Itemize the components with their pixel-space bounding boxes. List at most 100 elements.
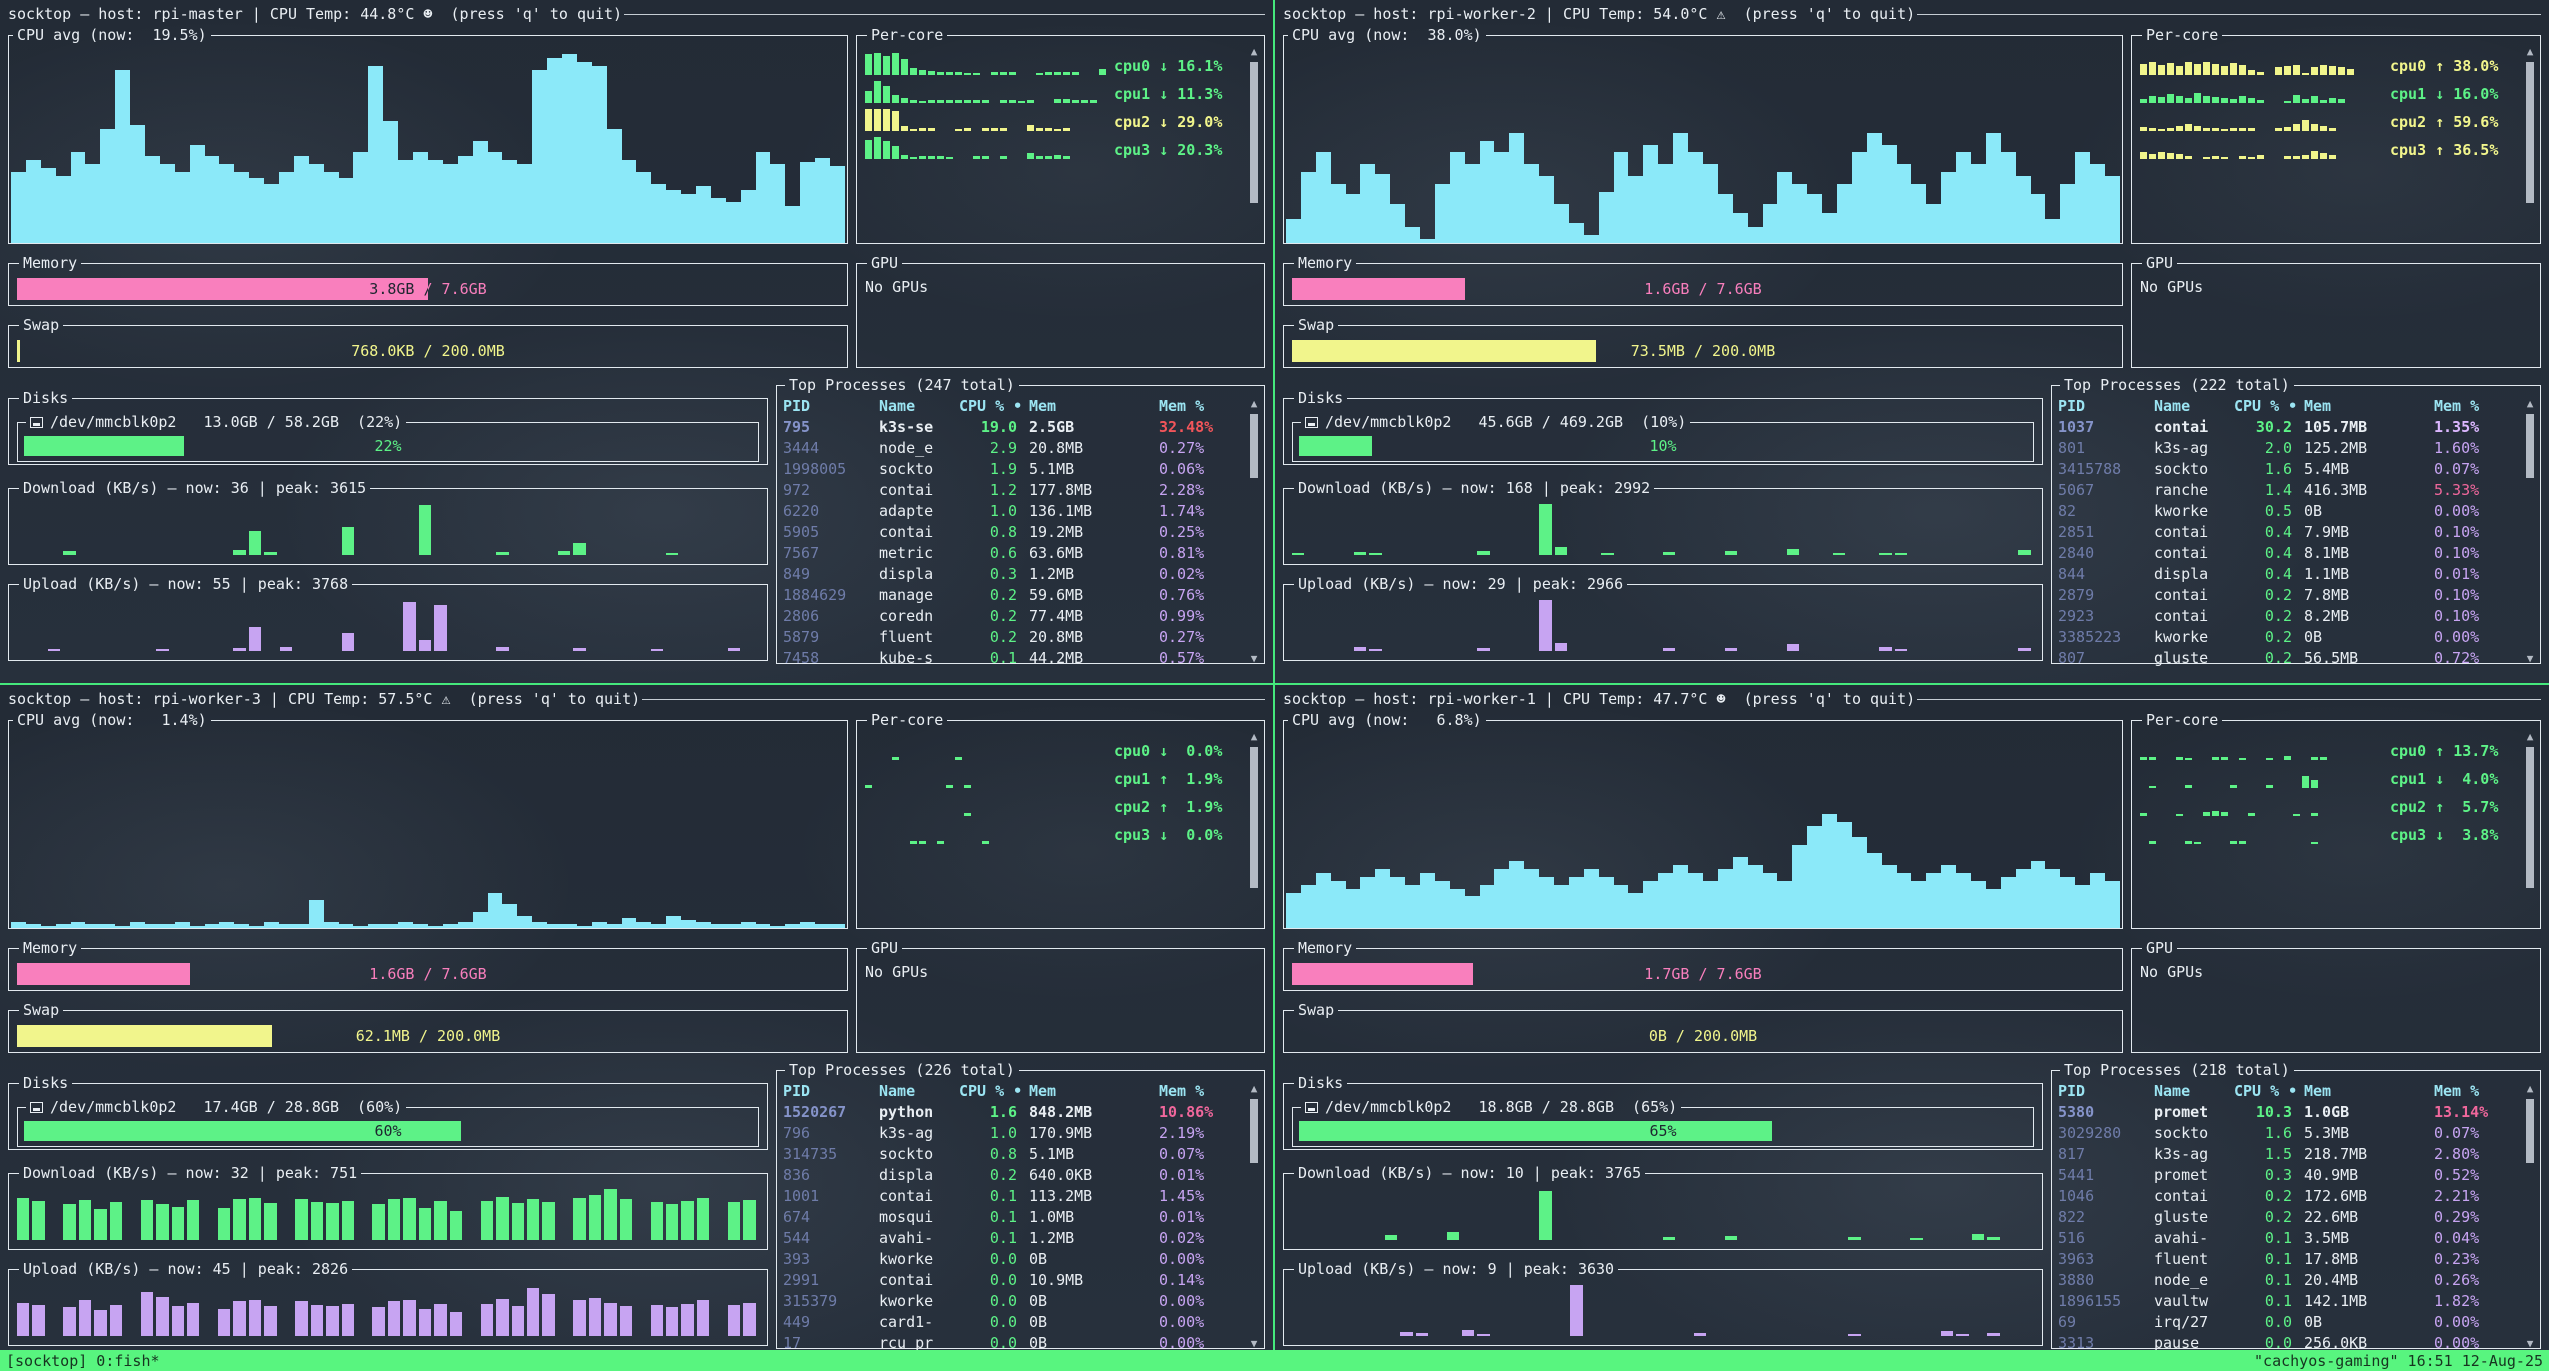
process-row[interactable]: 796k3s-ag1.0170.9MB2.19% xyxy=(783,1123,1244,1144)
process-row[interactable]: 1896155vaultw0.1142.1MB1.82% xyxy=(2058,1291,2520,1312)
scrollbar-thumb[interactable] xyxy=(1250,747,1258,888)
process-row[interactable]: 1520267python1.6848.2MB10.86% xyxy=(783,1102,1244,1123)
socktop-pane[interactable]: socktop — host: rpi-worker-1 | CPU Temp:… xyxy=(1275,685,2549,1350)
scroll-down-icon[interactable]: ▼ xyxy=(1251,653,1258,665)
process-row[interactable]: 807gluste0.256.5MB0.72% xyxy=(2058,648,2520,669)
col-mem[interactable]: Mem xyxy=(1025,1081,1155,1102)
col-cpu[interactable]: CPU % • xyxy=(959,396,1025,417)
scroll-down-icon[interactable]: ▼ xyxy=(1251,1338,1258,1350)
col-name[interactable]: Name xyxy=(879,1081,959,1102)
scroll-up-icon[interactable]: ▲ xyxy=(1251,46,1258,58)
scroll-down-icon[interactable]: ▼ xyxy=(2527,653,2534,665)
process-row[interactable]: 5905contai0.819.2MB0.25% xyxy=(783,522,1244,543)
col-mempct[interactable]: Mem % xyxy=(1155,396,1244,417)
process-row[interactable]: 674mosqui0.11.0MB0.01% xyxy=(783,1207,1244,1228)
per-core-scrollbar[interactable]: ▲ xyxy=(2524,46,2536,239)
process-row[interactable]: 6220adapte1.0136.1MB1.74% xyxy=(783,501,1244,522)
col-pid[interactable]: PID xyxy=(2058,1081,2154,1102)
process-row[interactable]: 822gluste0.222.6MB0.29% xyxy=(2058,1207,2520,1228)
scrollbar-thumb[interactable] xyxy=(1250,62,1258,203)
process-scrollbar[interactable]: ▲ ▼ xyxy=(1248,398,1260,665)
process-row[interactable]: 5067ranche1.4416.3MB5.33% xyxy=(2058,480,2520,501)
process-row[interactable]: 2806coredn0.277.4MB0.99% xyxy=(783,606,1244,627)
scrollbar-thumb[interactable] xyxy=(2526,62,2534,203)
process-row[interactable]: 3880node_e0.120.4MB0.26% xyxy=(2058,1270,2520,1291)
col-pid[interactable]: PID xyxy=(2058,396,2154,417)
process-row[interactable]: 2879contai0.27.8MB0.10% xyxy=(2058,585,2520,606)
process-row[interactable]: 1001contai0.1113.2MB1.45% xyxy=(783,1186,1244,1207)
process-row[interactable]: 2923contai0.28.2MB0.10% xyxy=(2058,606,2520,627)
process-row[interactable]: 544avahi-0.11.2MB0.02% xyxy=(783,1228,1244,1249)
process-row[interactable]: 3963fluent0.117.8MB0.23% xyxy=(2058,1249,2520,1270)
process-row[interactable]: 7567metric0.663.6MB0.81% xyxy=(783,543,1244,564)
per-core-scrollbar[interactable]: ▲ xyxy=(2524,731,2536,924)
process-row[interactable]: 2991contai0.010.9MB0.14% xyxy=(783,1270,1244,1291)
col-cpu[interactable]: CPU % • xyxy=(2234,1081,2300,1102)
process-scrollbar[interactable]: ▲ ▼ xyxy=(1248,1083,1260,1350)
process-row[interactable]: 449card1-0.00B0.00% xyxy=(783,1312,1244,1333)
process-row[interactable]: 3029280sockto1.65.3MB0.07% xyxy=(2058,1123,2520,1144)
process-row[interactable]: 3415788sockto1.65.4MB0.07% xyxy=(2058,459,2520,480)
process-row[interactable]: 5879fluent0.220.8MB0.27% xyxy=(783,627,1244,648)
process-table-header[interactable]: PID Name CPU % • Mem Mem % xyxy=(783,1081,1244,1102)
col-mempct[interactable]: Mem % xyxy=(2430,1081,2520,1102)
process-row[interactable]: 2840contai0.48.1MB0.10% xyxy=(2058,543,2520,564)
process-row[interactable]: 1884629manage0.259.6MB0.76% xyxy=(783,585,1244,606)
process-row[interactable]: 801k3s-ag2.0125.2MB1.60% xyxy=(2058,438,2520,459)
col-mempct[interactable]: Mem % xyxy=(1155,1081,1244,1102)
process-scrollbar[interactable]: ▲ ▼ xyxy=(2524,1083,2536,1350)
process-row[interactable]: 82kworke0.50B0.00% xyxy=(2058,501,2520,522)
scroll-up-icon[interactable]: ▲ xyxy=(2527,1083,2534,1095)
scrollbar-thumb[interactable] xyxy=(2526,747,2534,888)
process-row[interactable]: 516avahi-0.13.5MB0.04% xyxy=(2058,1228,2520,1249)
process-row[interactable]: 5380promet10.31.0GB13.14% xyxy=(2058,1102,2520,1123)
scroll-up-icon[interactable]: ▲ xyxy=(1251,731,1258,743)
socktop-pane[interactable]: socktop — host: rpi-worker-3 | CPU Temp:… xyxy=(0,685,1273,1350)
process-row[interactable]: 1046contai0.2172.6MB2.21% xyxy=(2058,1186,2520,1207)
socktop-pane[interactable]: socktop — host: rpi-worker-2 | CPU Temp:… xyxy=(1275,0,2549,683)
scrollbar-thumb[interactable] xyxy=(2526,414,2534,478)
process-row[interactable]: 315379kworke0.00B0.00% xyxy=(783,1291,1244,1312)
process-row[interactable]: 17rcu_pr0.00B0.00% xyxy=(783,1333,1244,1350)
col-name[interactable]: Name xyxy=(2154,396,2234,417)
process-table-header[interactable]: PID Name CPU % • Mem Mem % xyxy=(2058,396,2520,417)
col-name[interactable]: Name xyxy=(879,396,959,417)
col-mempct[interactable]: Mem % xyxy=(2430,396,2520,417)
per-core-scrollbar[interactable]: ▲ xyxy=(1248,731,1260,924)
process-row[interactable]: 972contai1.2177.8MB2.28% xyxy=(783,480,1244,501)
col-cpu[interactable]: CPU % • xyxy=(959,1081,1025,1102)
col-mem[interactable]: Mem xyxy=(2300,396,2430,417)
scroll-up-icon[interactable]: ▲ xyxy=(2527,398,2534,410)
col-name[interactable]: Name xyxy=(2154,1081,2234,1102)
process-row[interactable]: 844displa0.41.1MB0.01% xyxy=(2058,564,2520,585)
scroll-up-icon[interactable]: ▲ xyxy=(1251,1083,1258,1095)
scroll-up-icon[interactable]: ▲ xyxy=(2527,46,2534,58)
process-row[interactable]: 1998005sockto1.95.1MB0.06% xyxy=(783,459,1244,480)
process-row[interactable]: 69irq/270.00B0.00% xyxy=(2058,1312,2520,1333)
process-row[interactable]: 817k3s-ag1.5218.7MB2.80% xyxy=(2058,1144,2520,1165)
process-row[interactable]: 3385223kworke0.20B0.00% xyxy=(2058,627,2520,648)
scroll-down-icon[interactable]: ▼ xyxy=(2527,1338,2534,1350)
process-row[interactable]: 393kworke0.00B0.00% xyxy=(783,1249,1244,1270)
process-row[interactable]: 1037contai30.2105.7MB1.35% xyxy=(2058,417,2520,438)
process-row[interactable]: 2851contai0.47.9MB0.10% xyxy=(2058,522,2520,543)
status-session-window[interactable]: [socktop] 0:fish* xyxy=(6,1352,160,1370)
process-row[interactable]: 7458kube-s0.144.2MB0.57% xyxy=(783,648,1244,669)
scroll-up-icon[interactable]: ▲ xyxy=(2527,731,2534,743)
process-row[interactable]: 836displa0.2640.0KB0.01% xyxy=(783,1165,1244,1186)
col-cpu[interactable]: CPU % • xyxy=(2234,396,2300,417)
process-table-header[interactable]: PID Name CPU % • Mem Mem % xyxy=(783,396,1244,417)
col-pid[interactable]: PID xyxy=(783,396,879,417)
col-pid[interactable]: PID xyxy=(783,1081,879,1102)
col-mem[interactable]: Mem xyxy=(1025,396,1155,417)
scrollbar-thumb[interactable] xyxy=(1250,1099,1258,1163)
process-scrollbar[interactable]: ▲ ▼ xyxy=(2524,398,2536,665)
per-core-scrollbar[interactable]: ▲ xyxy=(1248,46,1260,239)
col-mem[interactable]: Mem xyxy=(2300,1081,2430,1102)
process-row[interactable]: 5441promet0.340.9MB0.52% xyxy=(2058,1165,2520,1186)
process-row[interactable]: 314735sockto0.85.1MB0.07% xyxy=(783,1144,1244,1165)
process-row[interactable]: 3444node_e2.920.8MB0.27% xyxy=(783,438,1244,459)
process-row[interactable]: 795k3s-se19.02.5GB32.48% xyxy=(783,417,1244,438)
process-row[interactable]: 849displa0.31.2MB0.02% xyxy=(783,564,1244,585)
scroll-up-icon[interactable]: ▲ xyxy=(1251,398,1258,410)
